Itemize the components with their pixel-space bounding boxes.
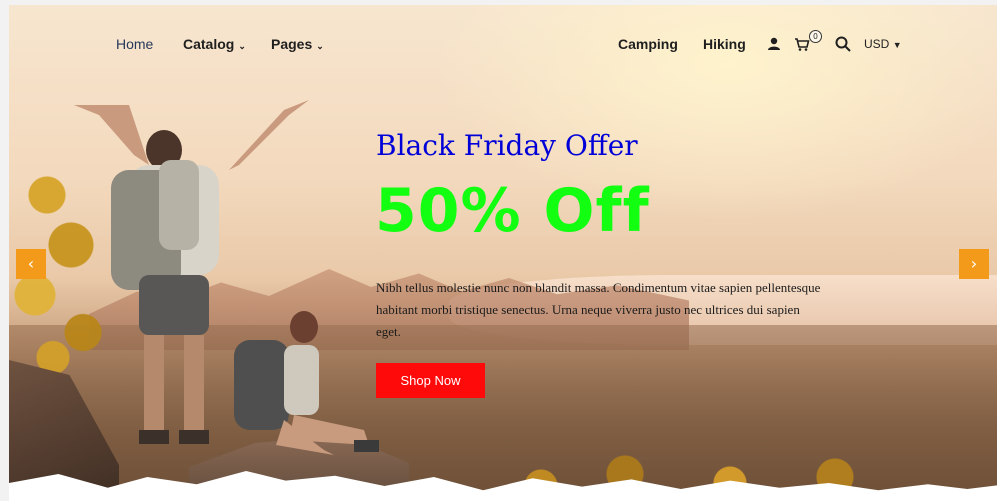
top-navigation: Home Catalog ⌄ Pages ⌄ Camping Hiking 0 US…: [9, 5, 997, 85]
nav-catalog[interactable]: Catalog ⌄: [183, 36, 246, 52]
shop-now-button[interactable]: Shop Now: [376, 363, 485, 398]
user-icon[interactable]: [765, 35, 783, 53]
hero-body-text: Nibh tellus molestie nunc non blandit ma…: [376, 280, 821, 339]
carousel-next-button[interactable]: ›: [959, 249, 989, 279]
chevron-right-icon: ›: [970, 254, 978, 273]
hero-eyebrow: Black Friday Offer: [376, 129, 638, 162]
currency-selector[interactable]: USD ▼: [864, 37, 902, 51]
chevron-down-icon: ⌄: [238, 41, 246, 51]
nav-pages-label: Pages: [271, 36, 313, 52]
nav-home[interactable]: Home: [116, 36, 153, 52]
nav-hiking[interactable]: Hiking: [703, 36, 746, 52]
nav-pages[interactable]: Pages ⌄: [271, 36, 324, 52]
chevron-down-icon: ⌄: [316, 41, 324, 51]
sitting-hiker-image: [234, 311, 379, 455]
hero-headline: 50% Off: [375, 176, 650, 246]
carousel-prev-button[interactable]: ‹: [16, 249, 46, 279]
nav-camping[interactable]: Camping: [618, 36, 678, 52]
caret-down-icon: ▼: [892, 40, 902, 50]
chevron-left-icon: ‹: [27, 254, 35, 273]
search-icon[interactable]: [834, 35, 852, 53]
nav-catalog-label: Catalog: [183, 36, 235, 52]
cart-count-badge: 0: [809, 30, 822, 43]
hero-slider: Home Catalog ⌄ Pages ⌄ Camping Hiking 0 US…: [9, 5, 997, 501]
currency-label: USD: [864, 37, 890, 51]
